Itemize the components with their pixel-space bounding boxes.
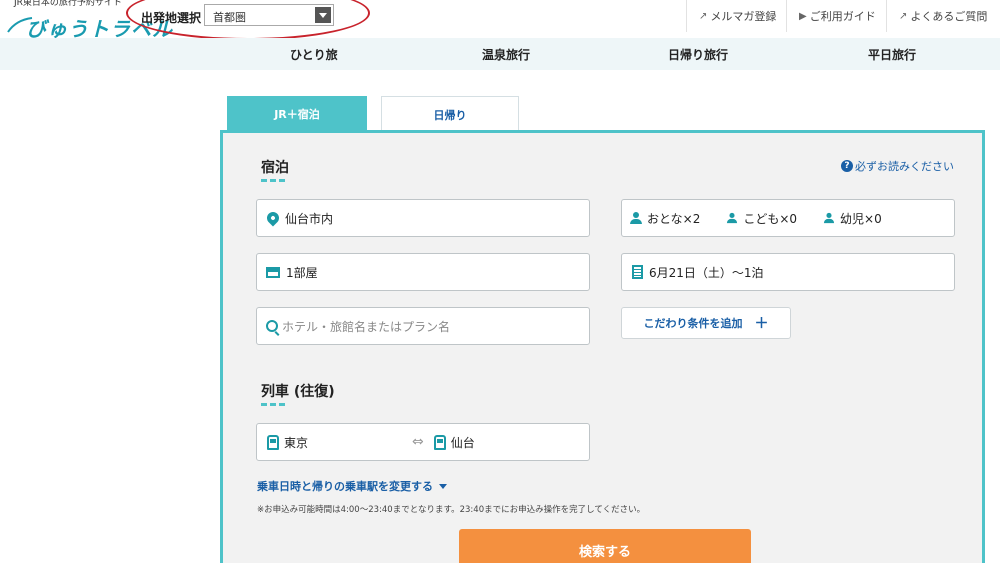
- faq-link[interactable]: ↗ よくあるご質問: [886, 0, 1000, 32]
- question-icon: ?: [841, 160, 853, 172]
- external-link-icon: ↗: [899, 10, 908, 22]
- departure-label: 出発地選択: [141, 11, 202, 25]
- date-field[interactable]: 6月21日（土）～1泊: [621, 253, 955, 291]
- infants-label: 幼児×0: [840, 211, 882, 226]
- building-icon: [632, 265, 643, 279]
- adults-count: おとな×2: [630, 210, 700, 227]
- search-panel: 宿泊 ? 必ずお読みください 仙台市内 おとな×2 こども×0 幼児×0 1部屋…: [220, 130, 985, 563]
- search-button[interactable]: 検索する: [459, 529, 751, 563]
- nav-item-daytrip[interactable]: 日帰り旅行: [668, 46, 728, 63]
- nav-item-onsen[interactable]: 温泉旅行: [482, 46, 530, 63]
- nav-item-weekday[interactable]: 平日旅行: [868, 46, 916, 63]
- infant-icon: [823, 212, 835, 224]
- destination-value: 仙台市内: [285, 211, 334, 226]
- train-icon: [267, 434, 279, 450]
- must-read-label: 必ずお読みください: [855, 160, 954, 173]
- train-title-underline: [261, 403, 287, 406]
- lodging-title-underline: [261, 179, 287, 182]
- faq-link-label: よくあるご質問: [910, 10, 988, 23]
- site-header: JR東日本の旅行予約サイト びゅうトラベル 出発地選択 首都圏 ↗ メルマガ登録…: [0, 0, 1000, 41]
- tab-daytrip[interactable]: 日帰り: [381, 96, 519, 132]
- person-icon: [630, 212, 642, 224]
- add-conditions-button[interactable]: こだわり条件を追加 ＋: [621, 307, 791, 339]
- departure-select[interactable]: 首都圏: [204, 4, 334, 26]
- category-nav: ひとり旅 温泉旅行 日帰り旅行 平日旅行: [0, 38, 1000, 70]
- caret-down-icon: [439, 483, 447, 489]
- bed-icon: [266, 266, 280, 278]
- triangle-right-icon: ▶: [799, 10, 807, 22]
- change-train-label: 乗車日時と帰りの乗車駅を変更する: [257, 480, 433, 493]
- tab-jr-lodging[interactable]: JR＋宿泊: [227, 96, 367, 132]
- train-title: 列車 (往復): [261, 384, 335, 400]
- hours-note: ※お申込み可能時間は4:00～23:40までとなります。23:40までにお申込み…: [257, 505, 646, 515]
- train-route-field[interactable]: 東京 ⇔ 仙台: [256, 423, 590, 461]
- lodging-title: 宿泊: [261, 160, 289, 176]
- mailmag-link[interactable]: ↗ メルマガ登録: [686, 0, 786, 32]
- infants-count: 幼児×0: [823, 210, 882, 227]
- keyword-placeholder: ホテル・旅館名またはプラン名: [282, 319, 451, 334]
- adults-label: おとな×2: [647, 211, 701, 226]
- departure-select-value: 首都圏: [213, 11, 246, 24]
- chevron-down-icon: [315, 7, 331, 23]
- keyword-field[interactable]: ホテル・旅館名またはプラン名: [256, 307, 590, 345]
- mailmag-link-label: メルマガ登録: [710, 10, 777, 23]
- must-read-link[interactable]: ? 必ずお読みください: [841, 158, 954, 174]
- swap-icon: ⇔: [412, 434, 424, 450]
- train-from: 東京: [284, 435, 309, 450]
- children-label: こども×0: [743, 211, 798, 226]
- train-icon: [433, 434, 446, 450]
- add-conditions-label: こだわり条件を追加: [643, 317, 743, 330]
- nav-item-solo[interactable]: ひとり旅: [290, 46, 338, 63]
- search-icon: [266, 320, 278, 332]
- location-pin-icon: [264, 209, 282, 227]
- guide-link[interactable]: ▶ ご利用ガイド: [786, 0, 886, 32]
- child-icon: [727, 212, 738, 224]
- guests-field[interactable]: おとな×2 こども×0 幼児×0: [621, 199, 955, 237]
- destination-field[interactable]: 仙台市内: [256, 199, 590, 237]
- rooms-value: 1部屋: [286, 265, 318, 280]
- train-to: 仙台: [450, 435, 475, 450]
- plus-icon: ＋: [754, 316, 769, 332]
- external-link-icon: ↗: [699, 10, 708, 22]
- guide-link-label: ご利用ガイド: [809, 10, 876, 23]
- date-value: 6月21日（土）～1泊: [649, 265, 764, 280]
- change-train-link[interactable]: 乗車日時と帰りの乗車駅を変更する: [257, 478, 447, 494]
- logo[interactable]: びゅうトラベル: [6, 6, 172, 41]
- rooms-field[interactable]: 1部屋: [256, 253, 590, 291]
- children-count: こども×0: [726, 210, 797, 227]
